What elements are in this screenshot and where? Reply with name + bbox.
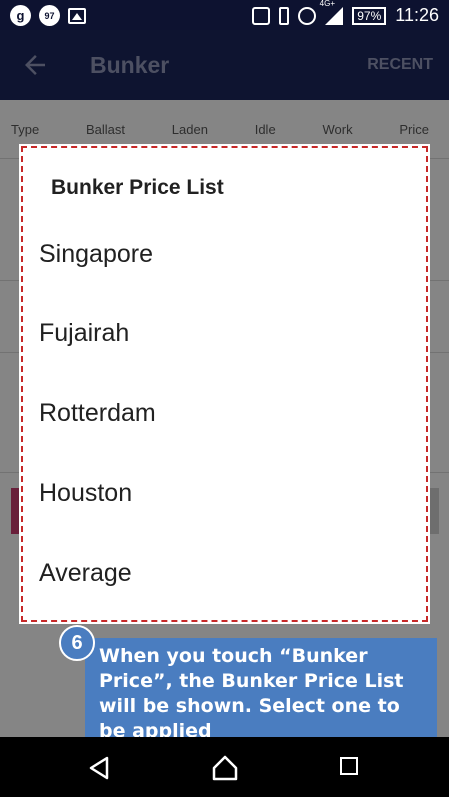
bunker-price-list-dialog: Bunker Price List Singapore Fujairah Rot… <box>19 144 430 624</box>
g-circle-icon: g <box>10 5 31 26</box>
nav-recent-apps-icon[interactable] <box>340 757 358 775</box>
status-time: 11:26 <box>395 5 439 25</box>
nav-back-icon[interactable] <box>86 755 112 781</box>
vibrate-icon <box>279 6 290 25</box>
battery-indicator: 97% <box>352 6 387 25</box>
notification-97-icon: 97 <box>39 5 60 26</box>
option-average[interactable]: Average <box>39 559 132 588</box>
nav-home-icon[interactable] <box>210 753 240 783</box>
nfc-icon <box>252 6 271 25</box>
option-houston[interactable]: Houston <box>39 479 132 508</box>
option-singapore[interactable]: Singapore <box>39 240 153 269</box>
signal-icon <box>325 6 344 25</box>
dialog-title: Bunker Price List <box>51 176 224 199</box>
status-right-icons: 97% 11:26 <box>252 5 439 26</box>
option-rotterdam[interactable]: Rotterdam <box>39 399 156 428</box>
alarm-icon <box>298 6 317 25</box>
status-bar: g 97 97% 11:26 4G+ <box>0 0 449 30</box>
status-left-icons: g 97 <box>10 5 86 26</box>
instruction-callout: When you touch “Bunker Price”, the Bunke… <box>85 638 437 744</box>
navigation-bar <box>0 737 449 797</box>
step-number-badge: 6 <box>59 625 95 661</box>
image-icon <box>68 7 86 24</box>
option-fujairah[interactable]: Fujairah <box>39 319 129 348</box>
network-type: 4G+ <box>319 0 335 8</box>
